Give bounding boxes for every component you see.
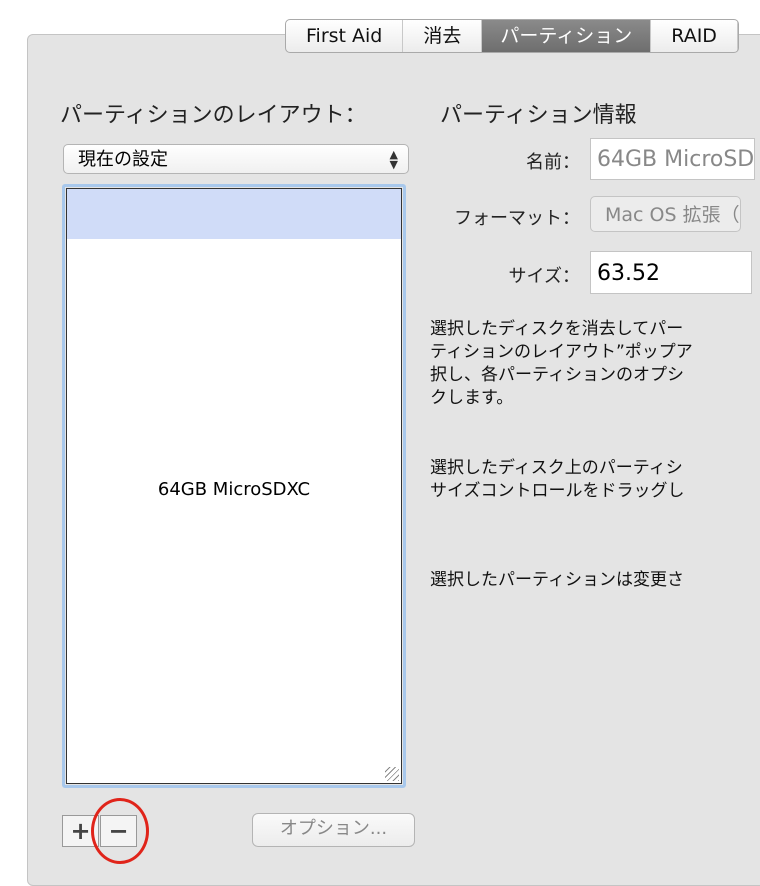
tab-first-aid[interactable]: First Aid [286,20,404,52]
format-popup[interactable]: Mac OS 拡張（ [590,196,741,232]
tab-bar: First Aid 消去 パーティション RAID [285,19,739,53]
tab-erase[interactable]: 消去 [403,20,483,52]
info-heading: パーティション情報 [440,103,637,128]
partition-layout-view[interactable]: 64GB MicroSDXC [62,184,406,788]
partition-header-selected[interactable] [67,189,401,239]
up-down-arrows-icon: ▲ ▼ [389,148,398,171]
description-unchanged: 選択したパーティションは変更さ [430,570,684,590]
description-erase: 選択したディスクを消去してパー ティションのレイアウト”ポップア 択し、各パーテ… [430,319,693,408]
resize-grip-icon[interactable] [385,767,399,781]
partition-label: 64GB MicroSDXC [157,479,311,500]
size-label: サイズ： [508,266,580,287]
size-field[interactable]: 63.52 [590,251,752,294]
highlight-circle [91,798,149,864]
tab-partition[interactable]: パーティション [482,20,652,52]
options-button[interactable]: オプション... [252,813,415,847]
name-field[interactable]: 64GB MicroSD [590,138,756,180]
layout-popup[interactable]: 現在の設定 ▲ ▼ [63,144,409,174]
layout-heading: パーティションのレイアウト： [60,103,367,128]
format-label: フォーマット： [454,208,580,229]
layout-popup-value: 現在の設定 [78,149,168,170]
tab-raid[interactable]: RAID [651,20,738,52]
name-label: 名前： [526,152,580,173]
description-resize: 選択したディスク上のパーティシ サイズコントロールをドラッグし [430,458,685,501]
